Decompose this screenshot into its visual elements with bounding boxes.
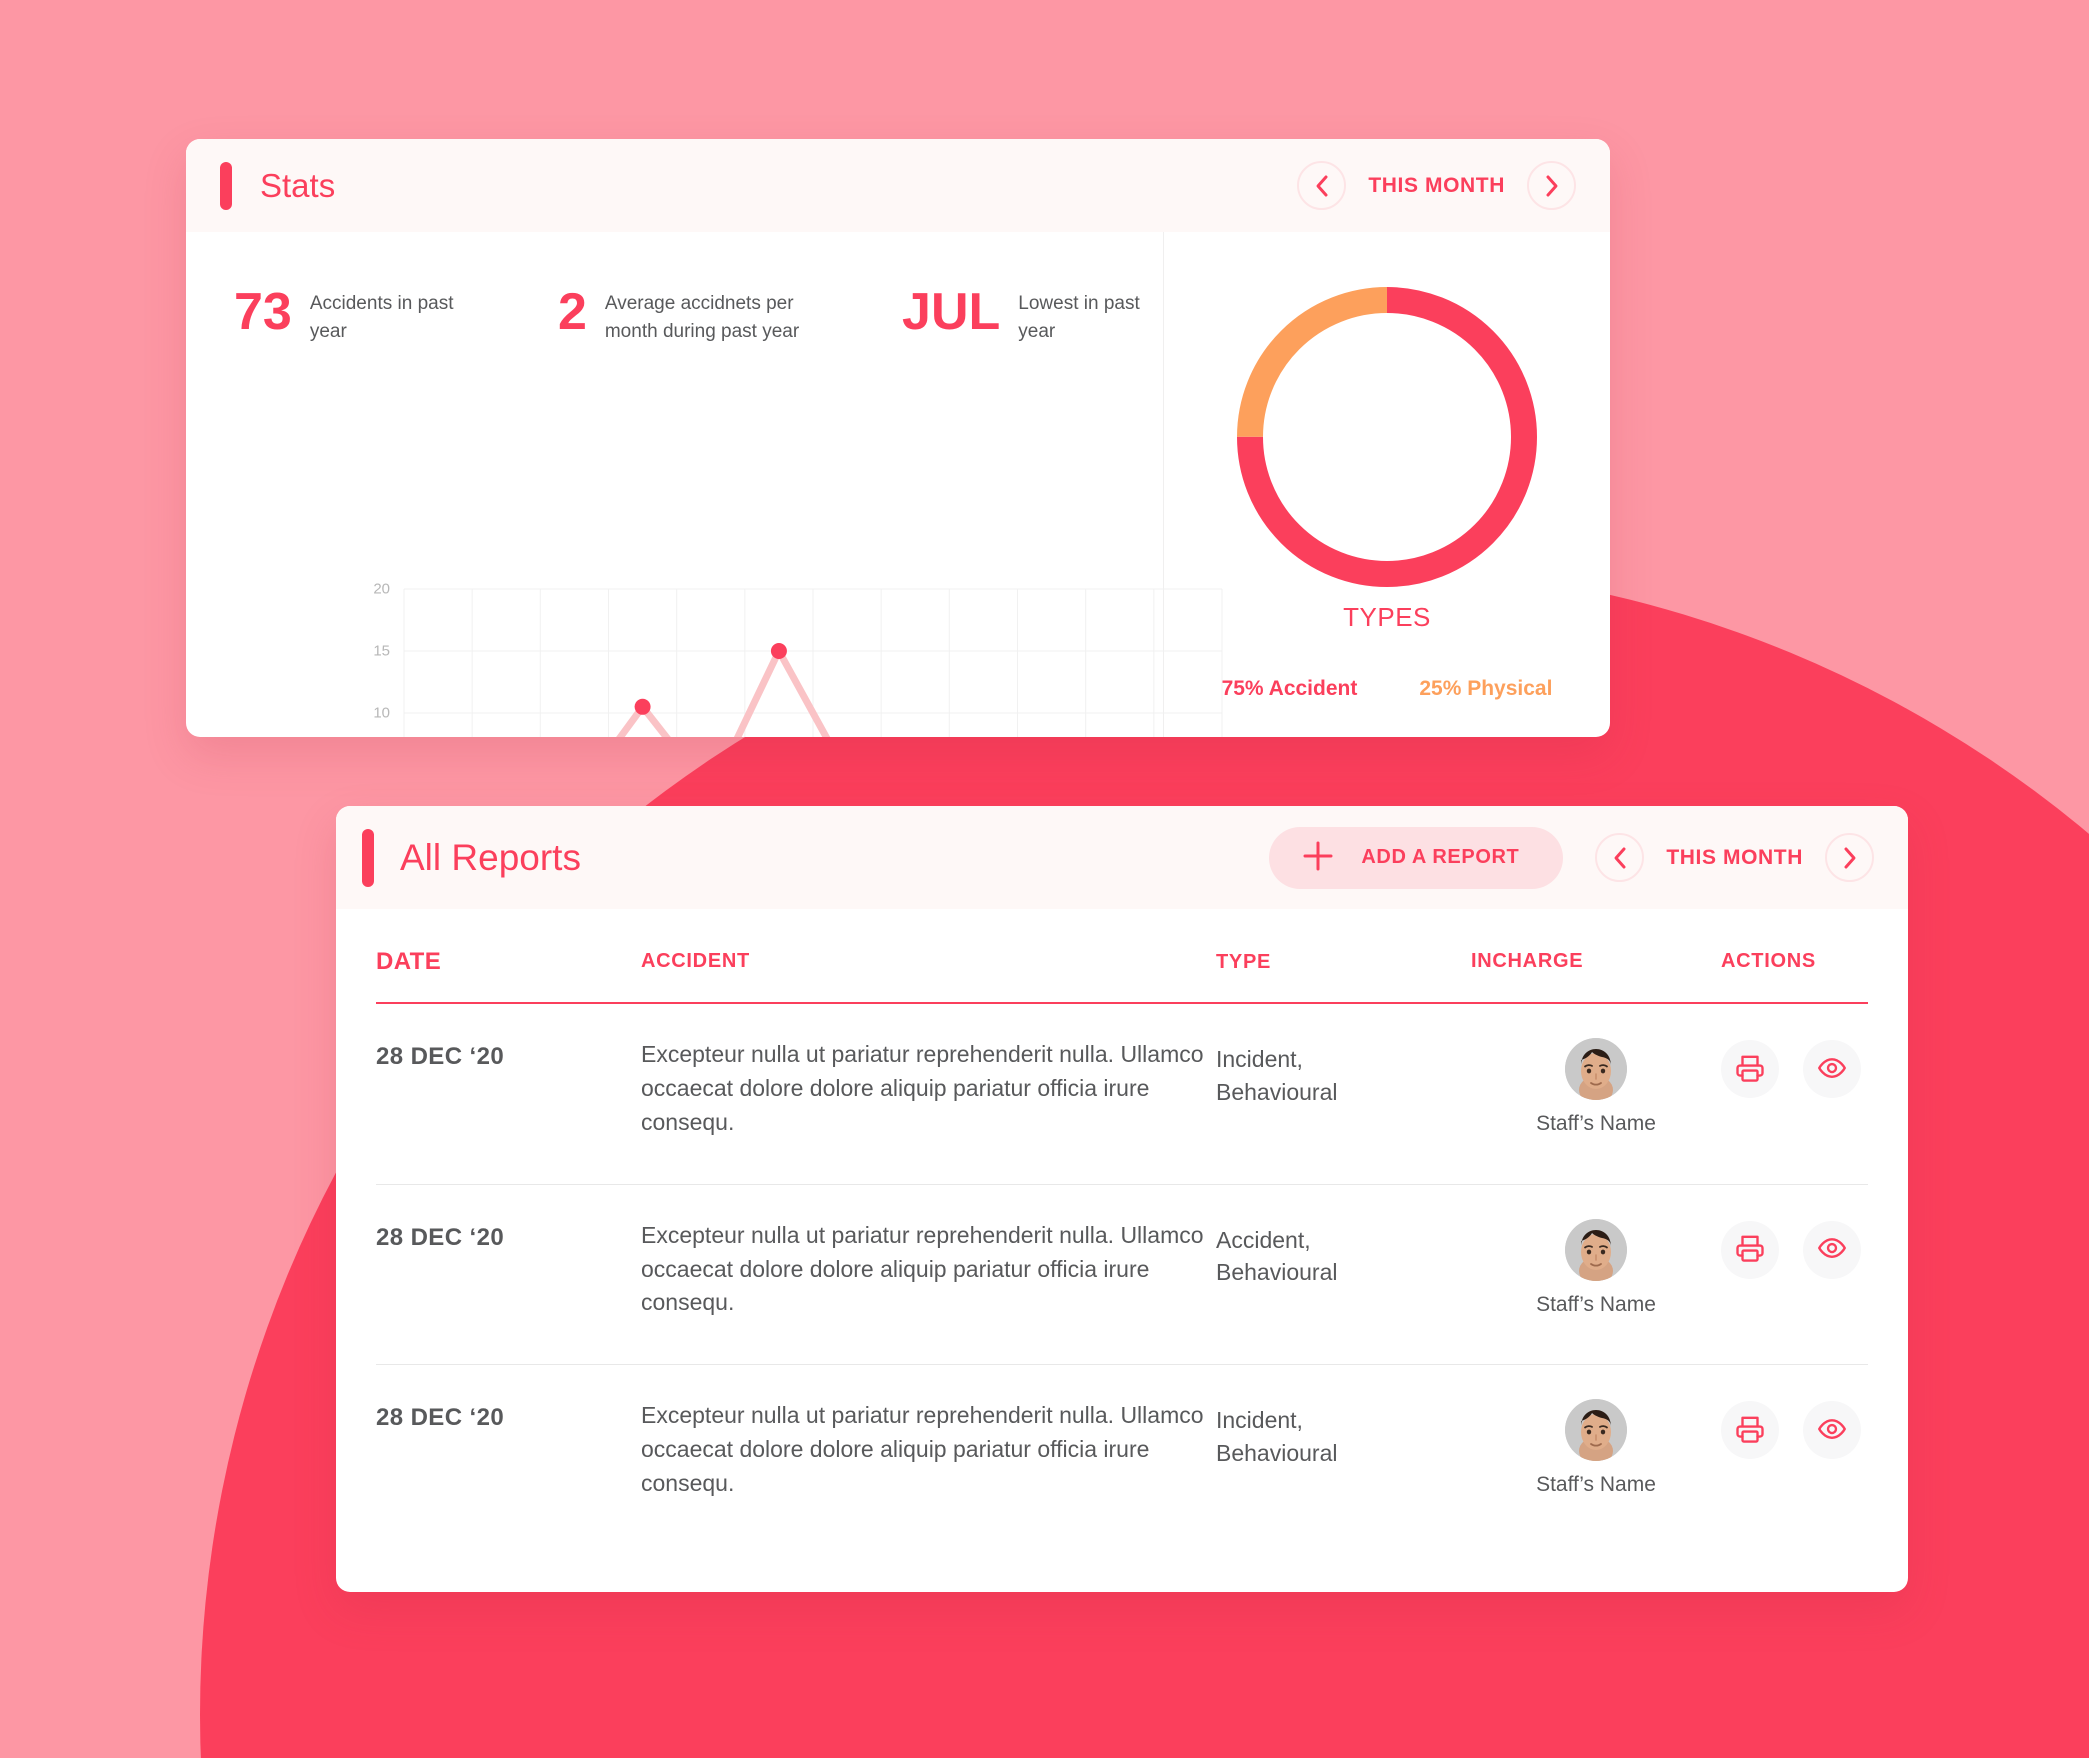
plus-icon [1301,839,1335,876]
accidents-line-chart: 2015105JANFEBMARAPRMAYJUNJULAUGSEPOCTNOW… [373,581,1223,737]
reports-title: All Reports [400,836,581,878]
types-chart-title: TYPES [1343,602,1431,632]
cell-date: 28 DEC ‘20 [376,1404,505,1432]
table-header-row: DATE ACCIDENT TYPE INCHARGE ACTIONS [376,909,1868,1004]
column-header-accident[interactable]: ACCIDENT [641,909,1216,1003]
kpi-value: 2 [557,283,587,341]
column-header-date[interactable]: DATE [376,909,641,1003]
cell-accident: Excepteur nulla ut pariatur reprehenderi… [641,1402,1204,1496]
column-header-actions: ACTIONS [1721,950,1816,973]
kpi-label: Average accidnets per month during past … [604,293,800,342]
column-header-incharge[interactable]: INCHARGE [1471,909,1721,1003]
reports-card-header: All Reports ADD A REPORT THIS MONTH [336,806,1908,909]
stats-card: Stats THIS MONTH 73 Accidents in past ye… [186,139,1610,737]
reports-next-month-button[interactable] [1825,833,1874,882]
row-action-buttons [1721,1219,1868,1279]
kpi-value: 73 [234,283,292,341]
cell-actions [1721,1184,1868,1366]
row-action-buttons [1721,1399,1868,1460]
y-axis-tick-label: 20 [373,580,390,598]
cell-incharge: Staff’s Name [1471,1365,1721,1545]
cell-accident: Excepteur nulla ut pariatur reprehenderi… [641,1003,1216,1185]
stats-card-body: 73 Accidents in past year 2 Average acci… [186,232,1610,737]
chevron-left-icon [1611,846,1629,870]
cell-type: Incident, Behavioural [1216,1407,1338,1466]
kpi-label: Accidents in past year [309,293,454,342]
types-donut-chart [1237,287,1537,592]
staff-name: Staff’s Name [1536,1292,1656,1316]
cell-actions [1721,1365,1868,1545]
view-report-button[interactable] [1803,1401,1861,1460]
cell-actions [1721,1003,1868,1185]
chevron-left-icon [1313,174,1331,198]
stats-period-label: THIS MONTH [1368,173,1505,197]
stats-left-panel: 73 Accidents in past year 2 Average acci… [186,232,1223,737]
print-report-button[interactable] [1721,1401,1779,1460]
staff-name: Staff’s Name [1536,1473,1656,1497]
kpi-average-per-month: 2 Average accidnets per month during pas… [558,286,816,345]
kpi-label: Lowest in past year [1018,293,1140,342]
legend-item-physical: 25% Physical [1419,677,1553,700]
cell-type: Incident, Behavioural [1216,1003,1471,1185]
chart-data-point [770,643,787,659]
view-report-button[interactable] [1803,1040,1861,1099]
reports-period-label: THIS MONTH [1666,845,1803,869]
reports-prev-month-button[interactable] [1595,833,1645,882]
kpi-accidents-past-year: 73 Accidents in past year [234,286,478,345]
cell-incharge: Staff’s Name [1471,1184,1721,1366]
eye-icon [1817,1053,1847,1086]
accent-bar [362,828,374,887]
reports-table: DATE ACCIDENT TYPE INCHARGE ACTIONS 28 D… [376,909,1868,1545]
cell-incharge: Staff’s Name [1471,1003,1721,1185]
table-row[interactable]: 28 DEC ‘20 Excepteur nulla ut pariatur re… [376,1184,1868,1366]
chevron-right-icon [1543,174,1561,198]
row-action-buttons [1721,1038,1868,1099]
print-icon [1735,1414,1765,1447]
line-chart-svg [403,588,1223,737]
chart-data-point [634,698,651,715]
stats-title: Stats [260,166,336,204]
view-report-button[interactable] [1803,1220,1861,1279]
add-report-label: ADD A REPORT [1361,846,1520,868]
kpi-row: 73 Accidents in past year 2 Average acci… [186,232,1163,345]
avatar [1565,1038,1627,1101]
avatar [1565,1218,1627,1281]
table-head: DATE ACCIDENT TYPE INCHARGE ACTIONS [376,909,1868,1004]
types-legend: 75% Accident 25% Physical [1222,677,1553,701]
stats-next-month-button[interactable] [1527,161,1576,210]
eye-icon [1817,1414,1847,1447]
y-axis-tick-label: 15 [373,642,390,660]
all-reports-card: All Reports ADD A REPORT THIS MONTH DATE… [336,806,1908,1592]
cell-date: 28 DEC ‘20 [376,1184,641,1366]
print-icon [1735,1233,1765,1266]
stats-period-nav: THIS MONTH [1297,161,1576,210]
avatar [1565,1399,1627,1462]
add-report-button[interactable]: ADD A REPORT [1269,826,1564,889]
reports-period-nav: THIS MONTH [1595,833,1874,882]
eye-icon [1817,1233,1847,1266]
chevron-right-icon [1841,846,1859,870]
staff-name: Staff’s Name [1536,1112,1656,1136]
stats-right-panel: TYPES 75% Accident 25% Physical [1164,232,1610,737]
cell-accident: Excepteur nulla ut pariatur reprehenderi… [641,1184,1216,1366]
y-axis-tick-label: 10 [373,704,390,722]
kpi-lowest-month: JUL Lowest in past year [902,286,1163,345]
reports-table-container: DATE ACCIDENT TYPE INCHARGE ACTIONS 28 D… [336,909,1908,1545]
kpi-value: JUL [902,283,1001,341]
stats-card-header: Stats THIS MONTH [186,139,1610,232]
reports-header-actions: ADD A REPORT THIS MONTH [1269,826,1874,889]
donut-chart-svg [1237,287,1537,587]
print-report-button[interactable] [1721,1220,1779,1279]
cell-date: 28 DEC ‘20 [376,1003,641,1185]
table-row[interactable]: 28 DEC ‘20 Excepteur nulla ut pariatur re… [376,1003,1868,1185]
print-icon [1735,1053,1765,1086]
stats-prev-month-button[interactable] [1297,161,1347,210]
print-report-button[interactable] [1721,1040,1779,1099]
column-header-type[interactable]: TYPE [1216,909,1471,1003]
accent-bar [220,161,232,210]
legend-item-accident: 75% Accident [1221,677,1358,700]
table-row[interactable]: 28 DEC ‘20 Excepteur nulla ut pariatur re… [376,1365,1868,1545]
table-body: 28 DEC ‘20 Excepteur nulla ut pariatur re… [376,1003,1868,1544]
cell-type: Accident, Behavioural [1216,1184,1471,1366]
